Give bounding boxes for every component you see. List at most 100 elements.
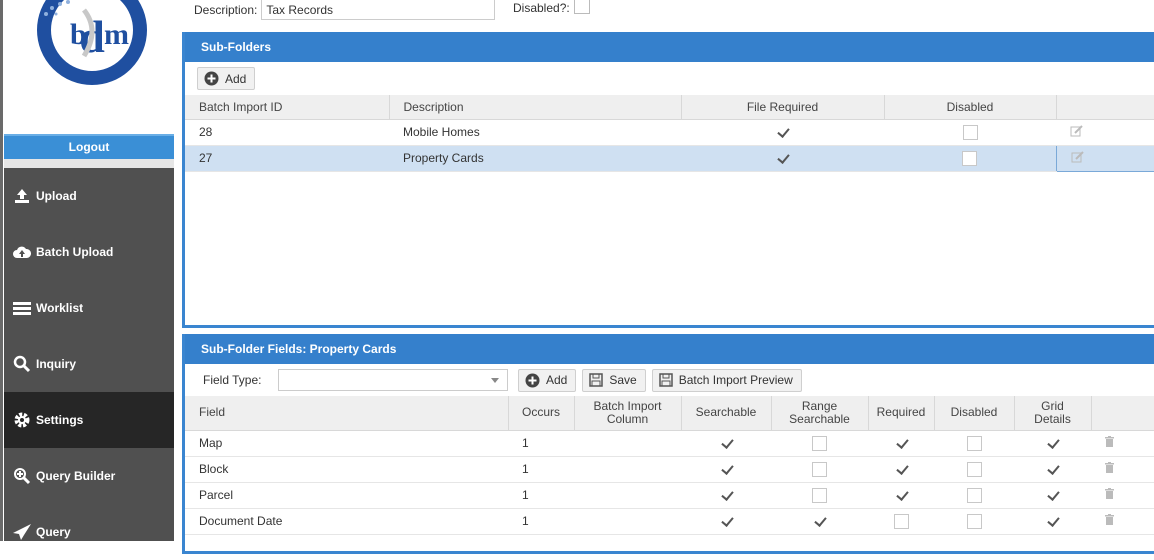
sidebar-item-settings[interactable]: Settings (4, 392, 174, 448)
col-file-required[interactable]: File Required (681, 95, 885, 120)
subfolders-table: Batch Import ID Description File Require… (185, 95, 1154, 172)
range-searchable-checkbox[interactable] (812, 487, 827, 503)
col-disabled[interactable]: Disabled (884, 95, 1057, 120)
cell-field: Block (185, 456, 508, 483)
description-row: Description: (194, 0, 496, 20)
searchable-checkbox[interactable] (719, 462, 734, 477)
disabled-checkbox[interactable] (966, 461, 982, 477)
add-subfolder-button[interactable]: Add (197, 67, 256, 90)
gear-icon (12, 411, 32, 429)
cell-id: 27 (185, 145, 389, 172)
grid-details-checkbox[interactable] (1045, 488, 1060, 503)
sidebar-item-upload[interactable]: Upload (4, 168, 174, 224)
range-searchable-checkbox[interactable] (812, 435, 827, 451)
subfolders-panel: Sub-Folders Add Batch Import ID Descript… (182, 32, 1154, 328)
sidebar-item-worklist[interactable]: Worklist (4, 280, 174, 336)
header-line: Details (1034, 411, 1071, 426)
floppy-disk-icon (589, 373, 604, 387)
table-row[interactable]: Parcel 1 (185, 482, 1154, 509)
save-button[interactable]: Save (582, 368, 646, 392)
description-input[interactable] (261, 0, 496, 20)
table-row[interactable]: Block 1 (185, 456, 1154, 483)
sidebar-item-label: Batch Upload (36, 245, 114, 259)
cell-occurs: 1 (508, 482, 574, 509)
cell-batch-import-column (574, 508, 681, 535)
grid-details-checkbox[interactable] (1045, 436, 1060, 451)
col-disabled[interactable]: Disabled (934, 396, 1015, 431)
col-batch-import-column[interactable]: Batch Import Column (574, 396, 682, 431)
disabled-checkbox[interactable] (966, 513, 982, 529)
header-line: Grid (1041, 398, 1064, 413)
range-searchable-checkbox[interactable] (812, 461, 827, 477)
searchable-checkbox[interactable] (719, 514, 734, 529)
dsm-logo-icon: d b m (37, 0, 147, 85)
cell-batch-import-column (574, 430, 681, 457)
grid-details-checkbox[interactable] (1045, 462, 1060, 477)
disabled-checkbox[interactable] (966, 435, 982, 451)
disabled-checkbox[interactable] (962, 124, 978, 140)
cell-occurs: 1 (508, 456, 574, 483)
preview-label: Batch Import Preview (678, 373, 793, 387)
plus-circle-icon (525, 373, 540, 388)
disabled-checkbox[interactable] (574, 0, 590, 14)
trash-icon[interactable] (1105, 488, 1114, 502)
fields-toolbar: Field Type: Add Save Batch Import Previe… (185, 364, 1154, 396)
sidebar-item-query-builder[interactable]: Query Builder (4, 448, 174, 504)
table-row[interactable]: 28 Mobile Homes (185, 119, 1154, 146)
trash-icon[interactable] (1105, 462, 1114, 476)
add-label: Add (546, 373, 568, 387)
batch-import-preview-button[interactable]: Batch Import Preview (651, 368, 802, 392)
field-type-select[interactable] (278, 369, 508, 391)
range-searchable-checkbox[interactable] (812, 514, 827, 529)
grid-details-checkbox[interactable] (1045, 514, 1060, 529)
header-line: Column (606, 411, 649, 426)
searchable-checkbox[interactable] (719, 488, 734, 503)
col-range-searchable[interactable]: Range Searchable (771, 396, 869, 431)
edit-icon[interactable] (1070, 124, 1083, 140)
cell-occurs: 1 (508, 508, 574, 535)
sidebar-item-batch-upload[interactable]: Batch Upload (4, 224, 174, 280)
add-field-button[interactable]: Add (518, 368, 577, 392)
col-searchable[interactable]: Searchable (681, 396, 772, 431)
col-actions (1056, 95, 1154, 120)
required-checkbox[interactable] (893, 513, 909, 529)
trash-icon[interactable] (1105, 514, 1114, 528)
search-icon (12, 355, 32, 373)
col-batch-import-id[interactable]: Batch Import ID (185, 95, 390, 120)
cell-batch-import-column (574, 482, 681, 509)
header-line: Searchable (789, 411, 850, 426)
searchable-checkbox[interactable] (719, 436, 734, 451)
required-checkbox[interactable] (894, 436, 909, 451)
floppy-disk-icon (658, 373, 673, 387)
chevron-down-icon (491, 378, 499, 383)
fields-title: Sub-Folder Fields: Property Cards (185, 334, 1154, 364)
table-row[interactable]: 27 Property Cards (185, 144, 1154, 172)
sidebar-divider (4, 159, 174, 168)
logo: d b m (4, 0, 174, 134)
sidebar-item-inquiry[interactable]: Inquiry (4, 336, 174, 392)
disabled-checkbox[interactable] (966, 487, 982, 503)
svg-text:b: b (70, 18, 87, 51)
disabled-checkbox[interactable] (962, 150, 978, 166)
zoom-plus-icon (12, 467, 32, 485)
col-occurs[interactable]: Occurs (508, 396, 575, 431)
col-grid-details[interactable]: Grid Details (1014, 396, 1092, 431)
sidebar-item-query[interactable]: Query (4, 504, 174, 560)
table-row[interactable]: Map 1 (185, 430, 1154, 457)
table-row[interactable]: Document Date 1 (185, 508, 1154, 535)
sidebar-item-label: Inquiry (36, 357, 77, 371)
col-description[interactable]: Description (389, 95, 682, 120)
required-checkbox[interactable] (894, 462, 909, 477)
svg-text:m: m (104, 18, 129, 51)
plus-circle-icon (204, 71, 219, 86)
cell-field: Document Date (185, 508, 508, 535)
upload-icon (12, 187, 32, 205)
edit-icon[interactable] (1071, 150, 1084, 166)
col-field[interactable]: Field (185, 396, 509, 431)
col-required[interactable]: Required (868, 396, 935, 431)
logout-button[interactable]: Logout (4, 134, 174, 159)
cloud-upload-icon (12, 243, 32, 261)
required-checkbox[interactable] (894, 488, 909, 503)
trash-icon[interactable] (1105, 436, 1114, 450)
send-icon (12, 523, 32, 541)
